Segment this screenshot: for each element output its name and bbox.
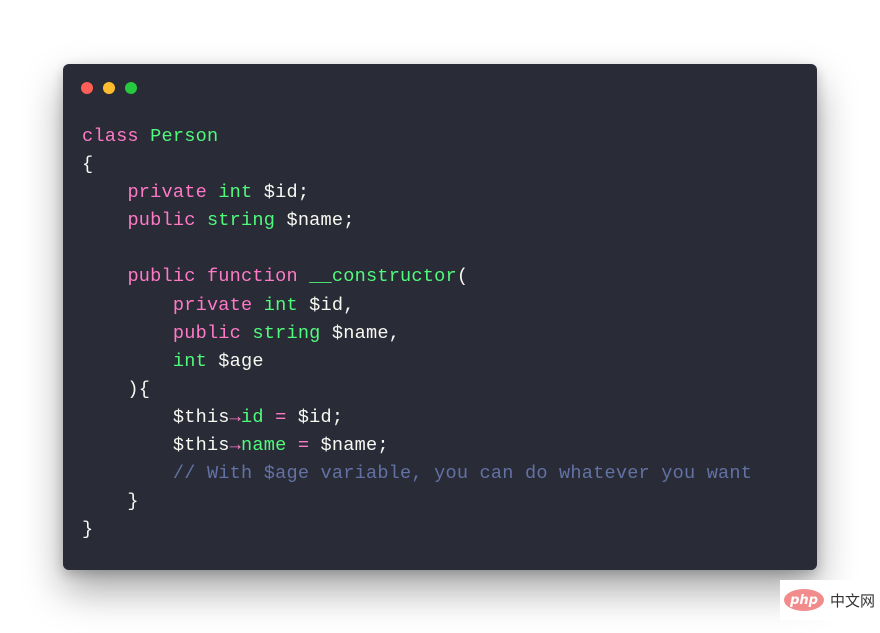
code-keyword: = <box>275 406 287 428</box>
code-keyword: public <box>127 266 196 288</box>
php-logo-icon: php <box>784 589 824 611</box>
code-text: $this <box>82 435 230 457</box>
close-dot-icon <box>81 82 93 94</box>
window-controls <box>81 82 137 94</box>
code-text: $age <box>206 350 264 372</box>
code-keyword: → <box>229 435 242 457</box>
code-keyword: public <box>127 210 196 232</box>
code-keyword: class <box>82 126 139 147</box>
code-line: private int $id; <box>82 179 752 207</box>
code-text: $id; <box>286 406 344 428</box>
watermark: php 中文网 <box>780 580 880 620</box>
code-text: $name; <box>309 435 389 457</box>
code-text: ){ <box>82 378 151 400</box>
code-text: $id, <box>297 294 355 316</box>
code-block: class Person { private int $id; public st… <box>82 123 752 544</box>
code-text: { <box>82 154 94 176</box>
code-line: } <box>82 488 752 516</box>
code-type: Person <box>150 126 219 147</box>
code-type: string <box>206 210 276 232</box>
code-line: public string $name, <box>82 320 752 348</box>
code-text: $this <box>82 406 230 428</box>
code-line: $this→name = $name; <box>82 432 752 460</box>
code-type: string <box>252 322 321 344</box>
code-line: // With $age variable, you can do whatev… <box>82 460 752 488</box>
code-window: class Person { private int $id; public st… <box>63 64 817 570</box>
code-type: id <box>241 406 264 428</box>
code-keyword: → <box>229 406 242 428</box>
code-type: name <box>241 435 287 457</box>
code-line: } <box>82 516 752 544</box>
code-line: private int $id, <box>82 292 752 320</box>
code-keyword: function <box>206 266 298 288</box>
watermark-text: 中文网 <box>830 591 876 610</box>
maximize-dot-icon <box>125 82 137 94</box>
code-text: } <box>82 519 94 541</box>
code-text: $name, <box>320 322 401 344</box>
code-text: $name; <box>275 210 355 232</box>
code-keyword: public <box>172 322 242 344</box>
code-type: int <box>218 182 253 204</box>
code-line: class Person <box>82 123 752 151</box>
code-type: int <box>263 294 298 316</box>
code-type: __constructor <box>309 266 457 288</box>
code-line: int $age <box>82 348 752 376</box>
code-line: public function __constructor( <box>82 263 752 291</box>
code-type: int <box>172 350 207 372</box>
code-comment: // With $age variable, you can do whatev… <box>172 463 753 485</box>
minimize-dot-icon <box>103 82 115 94</box>
code-line: { <box>82 151 752 179</box>
code-line: ){ <box>82 376 752 404</box>
code-text: ( <box>456 266 469 288</box>
code-text: $id; <box>252 182 310 204</box>
code-text: } <box>82 491 139 513</box>
code-keyword: private <box>172 294 253 316</box>
code-keyword: = <box>297 435 310 457</box>
code-line: $this→id = $id; <box>82 404 752 432</box>
code-keyword: private <box>127 182 207 204</box>
code-line: public string $name; <box>82 207 752 235</box>
